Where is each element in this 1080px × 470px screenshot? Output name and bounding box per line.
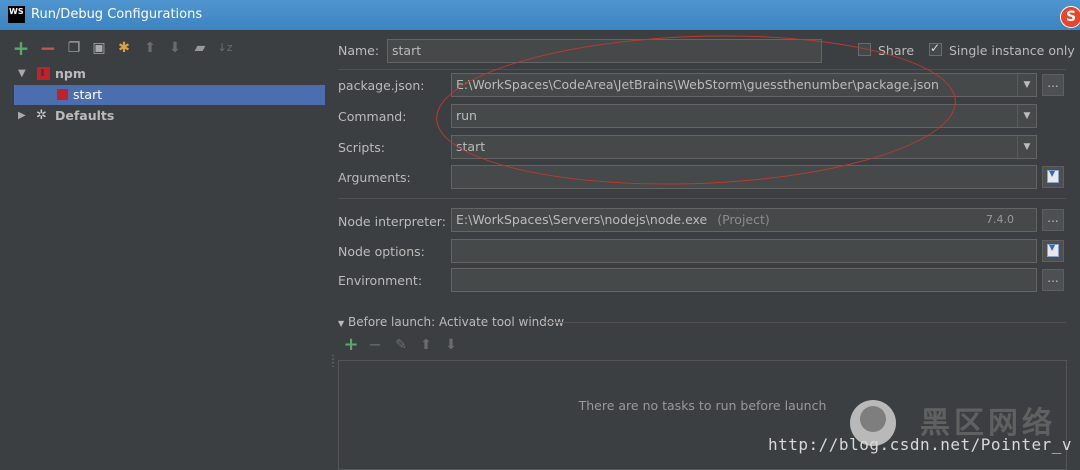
package-json-value: E:\WorkSpaces\CodeArea\JetBrains\WebStor…: [456, 77, 939, 92]
tree-item-defaults[interactable]: ▶ ✲ Defaults: [14, 106, 325, 126]
tree-item-npm[interactable]: ▼ npm: [14, 64, 325, 84]
share-label: Share: [878, 43, 915, 58]
remove-icon[interactable]: −: [39, 38, 57, 58]
command-label: Command:: [338, 109, 407, 124]
package-json-label: package.json:: [338, 78, 425, 93]
defaults-wrench-icon: ✲: [36, 108, 47, 123]
chevron-down-icon[interactable]: ▼: [1017, 74, 1036, 96]
arguments-label: Arguments:: [338, 170, 411, 185]
edit-task-icon[interactable]: ✎: [392, 336, 410, 354]
environment-browse-button[interactable]: ...: [1042, 269, 1064, 291]
expanded-arrow-icon[interactable]: ▼: [18, 64, 26, 84]
move-down-icon[interactable]: ⬇: [166, 39, 184, 57]
edit-defaults-icon[interactable]: ✱: [115, 39, 133, 57]
title-bar: WS Run/Debug Configurations S: [0, 0, 1080, 30]
share-checkbox[interactable]: [858, 43, 871, 56]
sort-icon[interactable]: ↓z: [216, 39, 234, 57]
add-icon[interactable]: +: [12, 38, 30, 58]
divider: [543, 322, 1066, 323]
window-title: Run/Debug Configurations: [31, 7, 203, 22]
move-down-icon[interactable]: ⬇: [442, 336, 460, 354]
expand-icon: [1047, 169, 1059, 183]
node-interpreter-combo[interactable]: E:\WorkSpaces\Servers\nodejs\node.exe (P…: [451, 208, 1037, 232]
tree-item-start-label: start: [73, 87, 103, 102]
add-task-icon[interactable]: +: [342, 336, 360, 354]
before-launch-toolbar: + − ✎ ⬆ ⬇: [342, 336, 482, 356]
before-launch-toggle[interactable]: ▼ Before launch: Activate tool window: [338, 315, 564, 329]
configurations-tree: ▼ npm start ▶ ✲ Defaults: [14, 64, 325, 464]
node-interpreter-label: Node interpreter:: [338, 214, 446, 229]
node-interpreter-value: E:\WorkSpaces\Servers\nodejs\node.exe: [456, 212, 708, 227]
move-up-icon[interactable]: ⬆: [417, 336, 435, 354]
command-value: run: [456, 108, 477, 123]
webstorm-logo-icon: WS: [8, 6, 25, 23]
arguments-expand-button[interactable]: [1042, 166, 1064, 188]
chevron-down-icon[interactable]: ▼: [1017, 136, 1036, 158]
node-options-expand-button[interactable]: [1042, 240, 1064, 262]
configurations-panel: + − ❐ ▣ ✱ ⬆ ⬇ ▰ ↓z ▼ npm start ▶ ✲ Defau…: [0, 30, 338, 464]
npm-icon: [37, 67, 50, 80]
node-options-input[interactable]: [451, 239, 1037, 263]
before-launch-title: Before launch: Activate tool window: [347, 315, 565, 329]
node-interpreter-browse-button[interactable]: ...: [1042, 209, 1064, 231]
node-options-label: Node options:: [338, 244, 425, 259]
collapsed-arrow-icon[interactable]: ▶: [18, 106, 26, 126]
tree-item-start[interactable]: start: [14, 85, 325, 105]
npm-script-icon: [57, 89, 68, 100]
environment-label: Environment:: [338, 273, 423, 288]
scripts-value: start: [456, 139, 486, 154]
move-up-icon[interactable]: ⬆: [141, 39, 159, 57]
save-icon[interactable]: ▣: [90, 39, 108, 57]
arguments-input[interactable]: [451, 165, 1037, 189]
node-interpreter-hint: (Project): [717, 212, 770, 227]
name-input[interactable]: start: [387, 39, 822, 63]
copy-icon[interactable]: ❐: [65, 39, 83, 57]
tree-item-defaults-label: Defaults: [55, 108, 115, 123]
input-method-icon[interactable]: S: [1060, 6, 1080, 28]
remove-task-icon[interactable]: −: [366, 336, 384, 354]
expand-icon: [1047, 243, 1059, 257]
scripts-label: Scripts:: [338, 140, 385, 155]
chevron-down-icon[interactable]: ▼: [1017, 105, 1036, 127]
divider: [338, 198, 1066, 199]
package-json-browse-button[interactable]: ...: [1042, 74, 1064, 96]
name-label: Name:: [338, 43, 380, 58]
environment-input[interactable]: [451, 268, 1037, 292]
expanded-arrow-icon: ▼: [338, 319, 345, 328]
single-instance-checkbox[interactable]: [929, 41, 942, 56]
node-version: 7.4.0: [986, 213, 1014, 226]
package-json-combo[interactable]: E:\WorkSpaces\CodeArea\JetBrains\WebStor…: [451, 73, 1037, 97]
single-instance-label: Single instance only: [949, 43, 1075, 58]
watermark-url: http://blog.csdn.net/Pointer_v: [768, 435, 1072, 454]
tree-item-npm-label: npm: [55, 66, 86, 81]
scripts-combo[interactable]: start ▼: [451, 135, 1037, 159]
command-combo[interactable]: run ▼: [451, 104, 1037, 128]
folder-icon[interactable]: ▰: [191, 39, 209, 57]
divider: [338, 69, 1066, 70]
